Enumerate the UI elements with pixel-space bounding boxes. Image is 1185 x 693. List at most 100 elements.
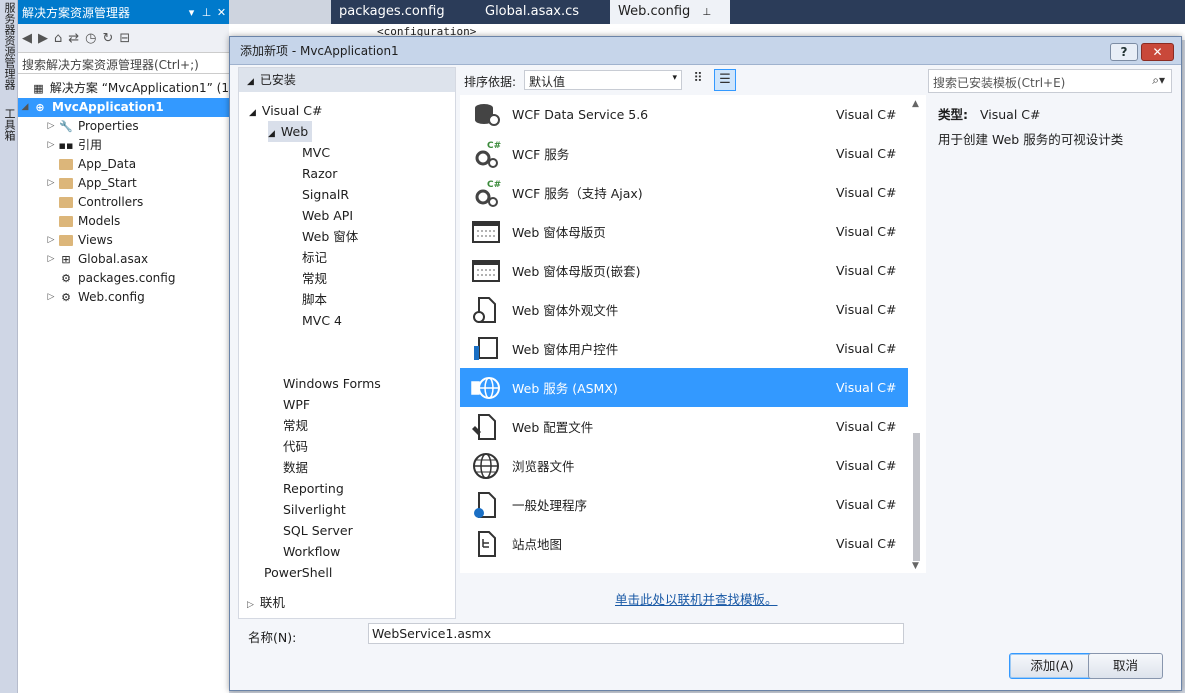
home-icon[interactable]: ⌂ xyxy=(54,31,62,46)
tree-item[interactable]: Reporting xyxy=(283,478,344,499)
solution-search-input[interactable]: 搜索解决方案资源管理器(Ctrl+;) xyxy=(18,52,229,74)
tree-item[interactable]: Workflow xyxy=(283,541,340,562)
solution-explorer-toolbar: ◀ ▶ ⌂ ⇄ ◷ ↻ ⊟ xyxy=(18,24,229,52)
expand-arrow-icon[interactable]: ▷ xyxy=(44,231,58,250)
tree-web-child[interactable]: MVC xyxy=(302,142,330,163)
expand-arrow-icon[interactable]: ▷ xyxy=(44,250,58,269)
tree-item[interactable]: Silverlight xyxy=(283,499,346,520)
pin-icon[interactable]: ⊥ xyxy=(702,7,711,18)
template-name: WCF 服务（支持 Ajax) xyxy=(512,186,643,201)
template-item[interactable]: C# WCF 服务 Visual C# xyxy=(460,134,908,173)
installed-header[interactable]: ◢ 已安装 xyxy=(239,68,455,92)
project-node[interactable]: ◢ ⊕ MvcApplication1 xyxy=(18,98,229,117)
template-list: WCF Data Service 5.6 Visual C# C# WCF 服务 Vis… xyxy=(460,95,926,573)
template-item[interactable]: C# WCF 服务（支持 Ajax) Visual C# xyxy=(460,173,908,212)
expand-arrow-icon[interactable]: ▷ xyxy=(44,288,58,307)
tree-web-child[interactable]: 标记 xyxy=(302,247,327,268)
tree-item-controllers[interactable]: Controllers xyxy=(44,193,143,212)
tree-web[interactable]: ◢ Web xyxy=(268,121,313,142)
tree-item-references[interactable]: ▷ ▪▪ 引用 xyxy=(44,136,102,155)
wrench-icon: 🔧 xyxy=(59,120,73,133)
history-icon[interactable]: ◷ xyxy=(85,31,96,46)
online-templates-link[interactable]: 单击此处以联机并查找模板。 xyxy=(615,589,778,608)
dropdown-icon[interactable]: ▾ xyxy=(184,6,199,19)
tree-item-app-start[interactable]: ▷ App_Start xyxy=(44,174,137,193)
pin-icon[interactable]: ⊥ xyxy=(199,6,214,19)
tree-item-models[interactable]: Models xyxy=(44,212,120,231)
tree-web-child[interactable]: Razor xyxy=(302,163,337,184)
template-item[interactable]: Web 窗体用户控件 Visual C# xyxy=(460,329,908,368)
template-search-input[interactable]: 搜索已安装模板(Ctrl+E) ⌕▾ xyxy=(928,69,1172,93)
sync-icon[interactable]: ⇄ xyxy=(68,31,79,46)
tree-web-child[interactable]: 常规 xyxy=(302,268,327,289)
user-control-icon xyxy=(468,333,504,365)
tree-item[interactable]: WPF xyxy=(283,394,310,415)
tree-web-child[interactable]: MVC 4 xyxy=(302,310,342,331)
template-name: 站点地图 xyxy=(512,537,563,552)
template-item[interactable]: 浏览器文件 Visual C# xyxy=(460,446,908,485)
template-list-scrollbar[interactable]: ▲ ▼ xyxy=(910,99,924,573)
forward-icon[interactable]: ▶ xyxy=(38,31,48,46)
tab-packages-config[interactable]: packages.config xyxy=(331,0,453,24)
template-language: Visual C# xyxy=(836,302,897,317)
refresh-icon[interactable]: ↻ xyxy=(103,31,114,46)
template-item[interactable]: Web 窗体母版页(嵌套) Visual C# xyxy=(460,251,908,290)
name-input[interactable]: WebService1.asmx xyxy=(368,623,904,644)
solution-node[interactable]: ▦ 解决方案 “MvcApplication1” (1 xyxy=(18,79,229,98)
server-explorer-tab[interactable]: 服务器资源管理器 xyxy=(2,2,16,98)
scroll-thumb[interactable] xyxy=(913,433,920,561)
tree-item[interactable]: SQL Server xyxy=(283,520,353,541)
template-name: Web 窗体母版页(嵌套) xyxy=(512,264,641,279)
expand-arrow-icon[interactable]: ▷ xyxy=(44,136,58,155)
tree-item-global-asax[interactable]: ▷ ⊞ Global.asax xyxy=(44,250,149,269)
tree-item-app-data[interactable]: App_Data xyxy=(44,155,136,174)
expand-arrow-icon[interactable]: ▷ xyxy=(44,117,58,136)
tree-item[interactable]: Windows Forms xyxy=(283,373,381,394)
template-item[interactable]: 站点地图 Visual C# xyxy=(460,524,908,563)
tree-item-properties[interactable]: ▷ 🔧 Properties xyxy=(44,117,139,136)
medium-icons-view-icon[interactable]: ⠿ xyxy=(688,70,708,90)
tree-visual-csharp[interactable]: ◢ Visual C# xyxy=(249,100,322,121)
collapse-arrow-icon: ◢ xyxy=(249,108,256,118)
collapse-arrow-icon: ◢ xyxy=(268,129,275,139)
search-icon[interactable]: ⌕▾ xyxy=(1152,73,1165,88)
cancel-button[interactable]: 取消 xyxy=(1088,653,1163,679)
tab-global-asax-cs[interactable]: Global.asax.cs xyxy=(477,0,587,24)
tree-powershell[interactable]: PowerShell xyxy=(264,562,332,583)
collapse-icon[interactable]: ⊟ xyxy=(119,31,130,46)
tree-web-child[interactable]: SignalR xyxy=(302,184,349,205)
add-button[interactable]: 添加(A) xyxy=(1009,653,1095,679)
template-item[interactable]: 一般处理程序 Visual C# xyxy=(460,485,908,524)
solution-icon: ▦ xyxy=(33,82,44,95)
expand-arrow-icon[interactable]: ▷ xyxy=(44,174,58,193)
tree-item-packages-config[interactable]: ⚙ packages.config xyxy=(44,269,175,288)
help-button[interactable]: ? xyxy=(1110,43,1138,61)
tree-item-views[interactable]: ▷ Views xyxy=(44,231,113,250)
sort-dropdown[interactable]: 默认值 ▾ xyxy=(524,70,682,90)
config-file-icon: ⚙ xyxy=(61,272,71,285)
tree-web-child[interactable]: Web API xyxy=(302,205,353,226)
close-icon[interactable]: ✕ xyxy=(214,6,229,19)
tree-web-child[interactable]: 脚本 xyxy=(302,289,327,310)
close-button[interactable]: ✕ xyxy=(1141,43,1174,61)
template-item[interactable]: WCF Data Service 5.6 Visual C# xyxy=(460,95,908,134)
tree-web-child[interactable]: Web 窗体 xyxy=(302,226,358,247)
toolbox-tab[interactable]: 工具箱 xyxy=(2,108,16,148)
template-item[interactable]: Web 窗体外观文件 Visual C# xyxy=(460,290,908,329)
tab-web-config[interactable]: Web.config ⊥ ✕ xyxy=(610,0,730,43)
tree-online[interactable]: ▷ 联机 xyxy=(247,592,285,613)
template-item[interactable]: Web 配置文件 Visual C# xyxy=(460,407,908,446)
back-icon[interactable]: ◀ xyxy=(22,31,32,46)
chevron-down-icon: ▾ xyxy=(672,73,677,83)
template-item[interactable]: Web 服务 (ASMX) Visual C# xyxy=(460,368,908,407)
template-item[interactable]: Web 窗体母版页 Visual C# xyxy=(460,212,908,251)
type-value: Visual C# xyxy=(979,107,1041,122)
scroll-down-icon[interactable]: ▼ xyxy=(912,561,919,571)
tree-item[interactable]: 代码 xyxy=(283,436,308,457)
list-view-icon[interactable]: ☰ xyxy=(714,69,736,91)
collapse-arrow-icon[interactable]: ◢ xyxy=(18,98,32,117)
tree-item[interactable]: 常规 xyxy=(283,415,308,436)
tree-item[interactable]: 数据 xyxy=(283,457,308,478)
tree-item-web-config[interactable]: ▷ ⚙ Web.config xyxy=(44,288,145,307)
scroll-up-icon[interactable]: ▲ xyxy=(912,99,919,109)
